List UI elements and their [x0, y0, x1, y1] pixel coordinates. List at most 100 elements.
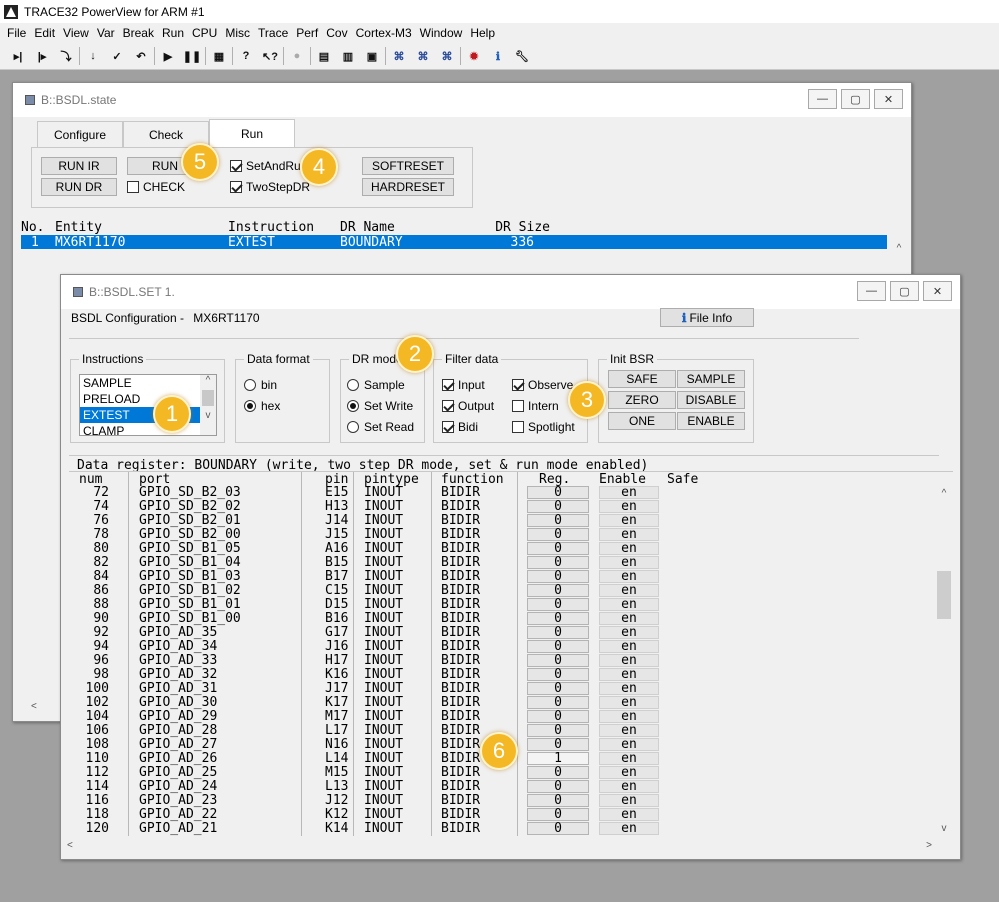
context-help-icon[interactable]: ↖?	[258, 45, 282, 67]
register-value-cell[interactable]: 0	[527, 514, 589, 527]
minimize-icon[interactable]: —	[808, 89, 837, 109]
enable-cell[interactable]: en	[599, 822, 659, 835]
register-value-cell[interactable]: 0	[527, 668, 589, 681]
table-row[interactable]: 1 MX6RT1170 EXTEST BOUNDARY 336	[21, 235, 887, 250]
register-value-cell[interactable]: 0	[527, 682, 589, 695]
register-value-cell[interactable]: 0	[527, 794, 589, 807]
enable-cell[interactable]: en	[599, 808, 659, 821]
scroll-down-icon[interactable]: v	[200, 410, 216, 421]
register-value-cell[interactable]: 0	[527, 598, 589, 611]
softreset-button[interactable]: SOFTRESET	[362, 157, 454, 175]
register-value-cell[interactable]: 0	[527, 696, 589, 709]
maximize-icon[interactable]: ▢	[890, 281, 919, 301]
enable-cell[interactable]: en	[599, 668, 659, 681]
filter-spotlight-checkbox[interactable]: Spotlight	[512, 419, 575, 435]
register-value-cell[interactable]: 0	[527, 626, 589, 639]
register-value-cell[interactable]: 0	[527, 654, 589, 667]
radio-set-read[interactable]: Set Read	[347, 419, 414, 435]
enable-cell[interactable]: en	[599, 724, 659, 737]
instructions-listbox[interactable]: SAMPLE PRELOAD EXTEST CLAMP ^ v	[79, 374, 217, 436]
scroll-thumb[interactable]	[937, 571, 951, 619]
scroll-left-icon[interactable]: <	[67, 840, 73, 851]
two-step-dr-checkbox[interactable]: TwoStepDR	[230, 179, 310, 195]
menu-trace[interactable]: Trace	[254, 26, 292, 40]
data-table-scrollbar[interactable]: ^ v	[936, 486, 952, 836]
wrench-icon[interactable]: 🔧︎	[510, 45, 534, 67]
scroll-thumb[interactable]	[202, 390, 214, 406]
menu-perf[interactable]: Perf	[292, 26, 322, 40]
enable-cell[interactable]: en	[599, 598, 659, 611]
enable-cell[interactable]: en	[599, 612, 659, 625]
check-icon[interactable]: ✓	[105, 45, 129, 67]
enable-cell[interactable]: en	[599, 528, 659, 541]
minimize-icon[interactable]: —	[857, 281, 886, 301]
down-icon[interactable]: ↓	[81, 45, 105, 67]
hardreset-button[interactable]: HARDRESET	[362, 178, 454, 196]
radio-sample[interactable]: Sample	[347, 377, 405, 393]
register-value-cell[interactable]: 0	[527, 738, 589, 751]
close-icon[interactable]: ✕	[874, 89, 903, 109]
grid-icon[interactable]: ▤	[312, 45, 336, 67]
register-value-cell[interactable]: 0	[527, 486, 589, 499]
menu-run[interactable]: Run	[158, 26, 188, 40]
enable-cell[interactable]: en	[599, 696, 659, 709]
radio-bin[interactable]: bin	[244, 377, 277, 393]
menu-file[interactable]: File	[3, 26, 30, 40]
enable-cell[interactable]: en	[599, 738, 659, 751]
enable-button[interactable]: ENABLE	[677, 412, 745, 430]
radio-set-write[interactable]: Set Write	[347, 398, 413, 414]
list-icon[interactable]: ▦	[207, 45, 231, 67]
list-item[interactable]: CLAMP	[80, 423, 216, 435]
info-icon[interactable]: ℹ	[486, 45, 510, 67]
register-value-cell[interactable]: 0	[527, 766, 589, 779]
enable-cell[interactable]: en	[599, 640, 659, 653]
zero-button[interactable]: ZERO	[608, 391, 676, 409]
enable-cell[interactable]: en	[599, 570, 659, 583]
enable-cell[interactable]: en	[599, 794, 659, 807]
return-icon[interactable]: ↶	[129, 45, 153, 67]
register-value-cell[interactable]: 0	[527, 724, 589, 737]
scroll-down-icon[interactable]: v	[936, 823, 952, 834]
enable-cell[interactable]: en	[599, 710, 659, 723]
enable-cell[interactable]: en	[599, 486, 659, 499]
filter-observe-checkbox[interactable]: Observe	[512, 377, 573, 393]
disable-button[interactable]: DISABLE	[677, 391, 745, 409]
register-value-cell[interactable]: 0	[527, 556, 589, 569]
filter-bidi-checkbox[interactable]: Bidi	[442, 419, 478, 435]
menu-cov[interactable]: Cov	[322, 26, 351, 40]
go-icon[interactable]: ▶	[156, 45, 180, 67]
sample-button[interactable]: SAMPLE	[677, 370, 745, 388]
menu-misc[interactable]: Misc	[221, 26, 254, 40]
one-button[interactable]: ONE	[608, 412, 676, 430]
enable-cell[interactable]: en	[599, 682, 659, 695]
listbox-scrollbar[interactable]: ^ v	[200, 375, 216, 435]
list-item-selected[interactable]: EXTEST	[80, 407, 216, 423]
file-info-button[interactable]: ℹ File Info	[660, 308, 754, 327]
enable-cell[interactable]: en	[599, 766, 659, 779]
enable-cell[interactable]: en	[599, 780, 659, 793]
register-value-cell[interactable]: 0	[527, 570, 589, 583]
check-checkbox[interactable]: CHECK	[127, 179, 185, 195]
perf-icon[interactable]: ⌘	[435, 45, 459, 67]
scroll-left-icon[interactable]: <	[31, 701, 37, 712]
scroll-right-icon[interactable]: >	[926, 840, 932, 851]
filter-intern-checkbox[interactable]: Intern	[512, 398, 559, 414]
step-into-icon[interactable]: ▸|	[6, 45, 30, 67]
run-ir-button[interactable]: RUN IR	[41, 157, 117, 175]
tab-configure[interactable]: Configure	[37, 121, 123, 147]
chip-icon[interactable]: ▣	[360, 45, 384, 67]
register-value-cell[interactable]: 0	[527, 542, 589, 555]
close-icon[interactable]: ✕	[923, 281, 952, 301]
menu-var[interactable]: Var	[93, 26, 119, 40]
enable-cell[interactable]: en	[599, 654, 659, 667]
safe-button[interactable]: SAFE	[608, 370, 676, 388]
enable-cell[interactable]: en	[599, 584, 659, 597]
step-asm-icon[interactable]: ⤵	[54, 45, 78, 67]
menu-break[interactable]: Break	[119, 26, 158, 40]
maximize-icon[interactable]: ▢	[841, 89, 870, 109]
enable-cell[interactable]: en	[599, 556, 659, 569]
scroll-up-icon[interactable]: ^	[891, 243, 907, 254]
scroll-up-icon[interactable]: ^	[200, 375, 216, 386]
enable-cell[interactable]: en	[599, 542, 659, 555]
bug-icon[interactable]: ✹	[462, 45, 486, 67]
